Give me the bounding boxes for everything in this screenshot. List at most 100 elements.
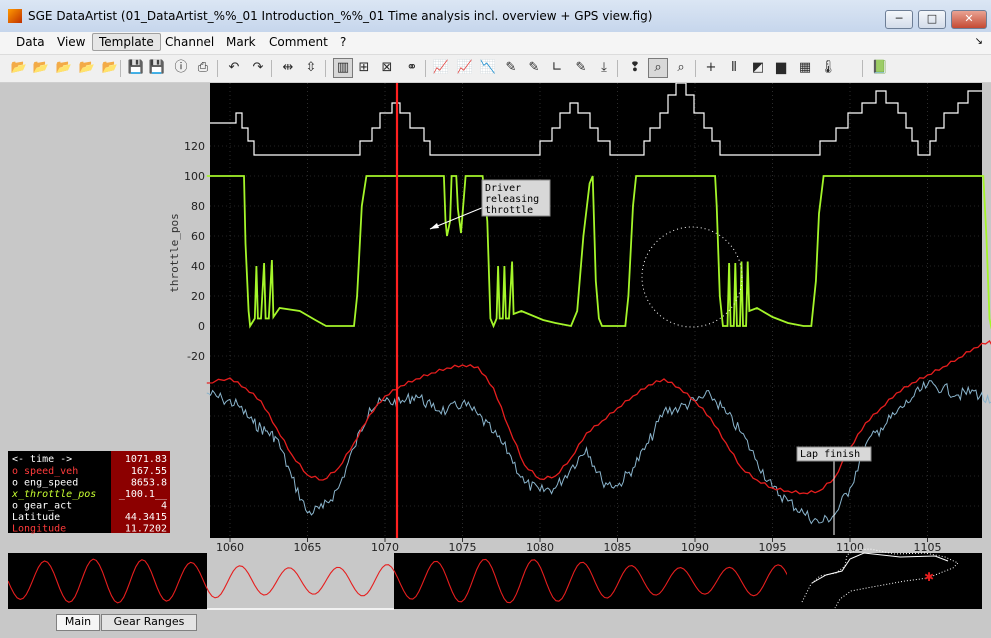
legend-channel-name[interactable]: o eng_speed <box>12 478 78 489</box>
legend-channel-value: 11.7202 <box>125 524 167 535</box>
legend-channel-value: _100.1__ <box>119 489 168 500</box>
throttle-axis-tick: 0 <box>198 320 205 333</box>
chart-edit-icon[interactable]: ✎ <box>502 59 520 77</box>
toolbar-separator <box>617 60 618 77</box>
gps-position-marker: ✱ <box>924 570 934 584</box>
zoom-selected-icon[interactable]: ⌕ <box>648 58 668 78</box>
toolbar-separator <box>325 60 326 77</box>
save-icon[interactable]: 💾 <box>127 59 145 77</box>
chart-edit2-icon[interactable]: ✎ <box>525 59 543 77</box>
minimize-button[interactable]: ─ <box>885 10 913 29</box>
print-icon[interactable]: ⎙ <box>194 59 212 77</box>
open-multi-icon[interactable]: 📂 <box>55 59 73 77</box>
menu-help[interactable]: ? <box>340 35 346 49</box>
menu-view[interactable]: View <box>57 35 85 49</box>
time-axis-tick: 1080 <box>526 541 554 554</box>
thermometer-icon[interactable]: 🌡 <box>819 59 837 77</box>
time-axis-tick: 1075 <box>449 541 477 554</box>
menu-template[interactable]: Template <box>92 33 161 51</box>
tab-gear-ranges[interactable]: Gear Ranges <box>101 614 197 631</box>
menu-bar: Data View Template Channel Mark Comment … <box>0 32 991 55</box>
cursor-delete-icon[interactable]: ⊠ <box>378 59 396 77</box>
tab-main[interactable]: Main <box>56 614 100 631</box>
time-plot-panel[interactable] <box>210 83 982 538</box>
title-bar: SGE DataArtist (01_DataArtist_%%_01 Intr… <box>0 0 991 33</box>
throttle-axis-tick: -20 <box>187 350 205 363</box>
chart-insert-icon[interactable]: 📈 <box>432 59 450 77</box>
fit-y-icon[interactable]: ⇳ <box>302 59 320 77</box>
zoom-icon[interactable]: ⌕ <box>672 59 690 77</box>
close-button[interactable]: ✕ <box>951 10 987 29</box>
overview-panel-selected[interactable] <box>207 553 394 609</box>
open-add-icon[interactable]: 📂 <box>32 59 50 77</box>
throttle-axis-tick: 80 <box>191 200 205 213</box>
axis-icon[interactable]: ∟ <box>548 59 566 77</box>
work-area: 120 100 80 60 40 20 0 -20 throttle_pos Driver … <box>0 83 991 638</box>
overview-panel-1[interactable] <box>8 553 207 609</box>
driver-annotation-line3: throttle <box>485 205 533 216</box>
menu-mark[interactable]: Mark <box>226 35 256 49</box>
gear-axis-tick: 120 <box>184 140 205 153</box>
toolbar-separator <box>695 60 696 77</box>
legend-channel-value: 8653.8 <box>131 478 167 489</box>
toolbar: 📂 📂 📂 📂 📂 💾 💾 ⓘ ⎙ ↶ ↷ ⇹ ⇳ ▥ ⊞ ⊠ ⚭ 📈 📈 📉 ✎ ✎ ∟ ✎ ⤓ ❢ ⌕ ⌕ + ⦀ ◩ ▆ ▦ 🌡 📗 <box>0 55 991 83</box>
cursor-single-icon[interactable]: ▥ <box>333 58 353 78</box>
calc-icon[interactable]: ▦ <box>796 59 814 77</box>
bar-chart-icon[interactable]: ▆ <box>772 59 790 77</box>
diagonal-icon[interactable]: ◩ <box>749 59 767 77</box>
throttle-axis-tick: 100 <box>184 170 205 183</box>
menu-channel[interactable]: Channel <box>165 35 214 49</box>
app-icon <box>8 9 22 23</box>
legend-channel-name[interactable]: Latitude <box>12 512 60 523</box>
plot-canvas: 120 100806040200-20 throttle_pos Driver … <box>8 83 991 610</box>
legend-channel-name[interactable]: o gear_act <box>12 501 72 512</box>
legend-channel-name[interactable]: Longitude <box>12 524 66 535</box>
time-axis-tick: 1095 <box>759 541 787 554</box>
cursor-add-icon[interactable]: ⊞ <box>355 59 373 77</box>
toolbar-separator <box>425 60 426 77</box>
chart-remove-icon[interactable]: 📉 <box>479 59 497 77</box>
book-icon[interactable]: 📗 <box>871 59 889 77</box>
info-icon[interactable]: ⓘ <box>172 59 190 77</box>
toolbar-separator <box>862 60 863 77</box>
legend-channel-name[interactable]: x_throttle_pos <box>11 489 96 500</box>
time-axis-tick: 1100 <box>836 541 864 554</box>
throttle-axis-tick: 60 <box>191 230 205 243</box>
legend-time-value: 1071.83 <box>125 454 167 465</box>
time-axis-tick: 1105 <box>914 541 942 554</box>
redo-icon[interactable]: ↷ <box>249 59 267 77</box>
fit-x-icon[interactable]: ⇹ <box>279 59 297 77</box>
menu-data[interactable]: Data <box>16 35 45 49</box>
throttle-axis-tick: 40 <box>191 260 205 273</box>
time-axis-tick: 1065 <box>294 541 322 554</box>
time-axis-tick: 1070 <box>371 541 399 554</box>
window-title: SGE DataArtist (01_DataArtist_%%_01 Intr… <box>28 9 653 23</box>
chart-export-icon[interactable]: ⤓ <box>595 59 613 77</box>
legend-channel-value: 167.55 <box>131 466 167 477</box>
grid-lines-icon[interactable]: ⦀ <box>725 59 743 77</box>
chart-pen-icon[interactable]: ✎ <box>572 59 590 77</box>
throttle-axis-label: throttle_pos <box>168 213 181 292</box>
throttle-axis-tick: 20 <box>191 290 205 303</box>
legend-channel-name[interactable]: o speed_veh <box>12 466 78 477</box>
toolbar-separator <box>120 60 121 77</box>
open-recent-icon[interactable]: 📂 <box>78 59 96 77</box>
maximize-button[interactable]: □ <box>918 10 946 29</box>
undo-icon[interactable]: ↶ <box>225 59 243 77</box>
driver-annotation-line2: releasing <box>485 194 539 205</box>
line-add-icon[interactable]: + <box>702 59 720 77</box>
time-axis-tick: 1090 <box>681 541 709 554</box>
chart-add-icon[interactable]: 📈 <box>456 59 474 77</box>
toolbar-separator <box>217 60 218 77</box>
menu-comment[interactable]: Comment <box>269 35 328 49</box>
marker-info-icon[interactable]: ❢ <box>626 59 644 77</box>
legend-header: <- time -> <box>12 454 72 465</box>
binoculars-icon[interactable]: ⚭ <box>403 59 421 77</box>
open-template-icon[interactable]: 📂 <box>101 59 119 77</box>
save-as-icon[interactable]: 💾 <box>148 59 166 77</box>
overview-panel-2[interactable] <box>394 553 787 609</box>
dock-arrow-icon[interactable]: ↘ <box>975 36 983 47</box>
time-axis-tick: 1060 <box>216 541 244 554</box>
toolbar-separator <box>271 60 272 77</box>
open-folder-icon[interactable]: 📂 <box>10 59 28 77</box>
